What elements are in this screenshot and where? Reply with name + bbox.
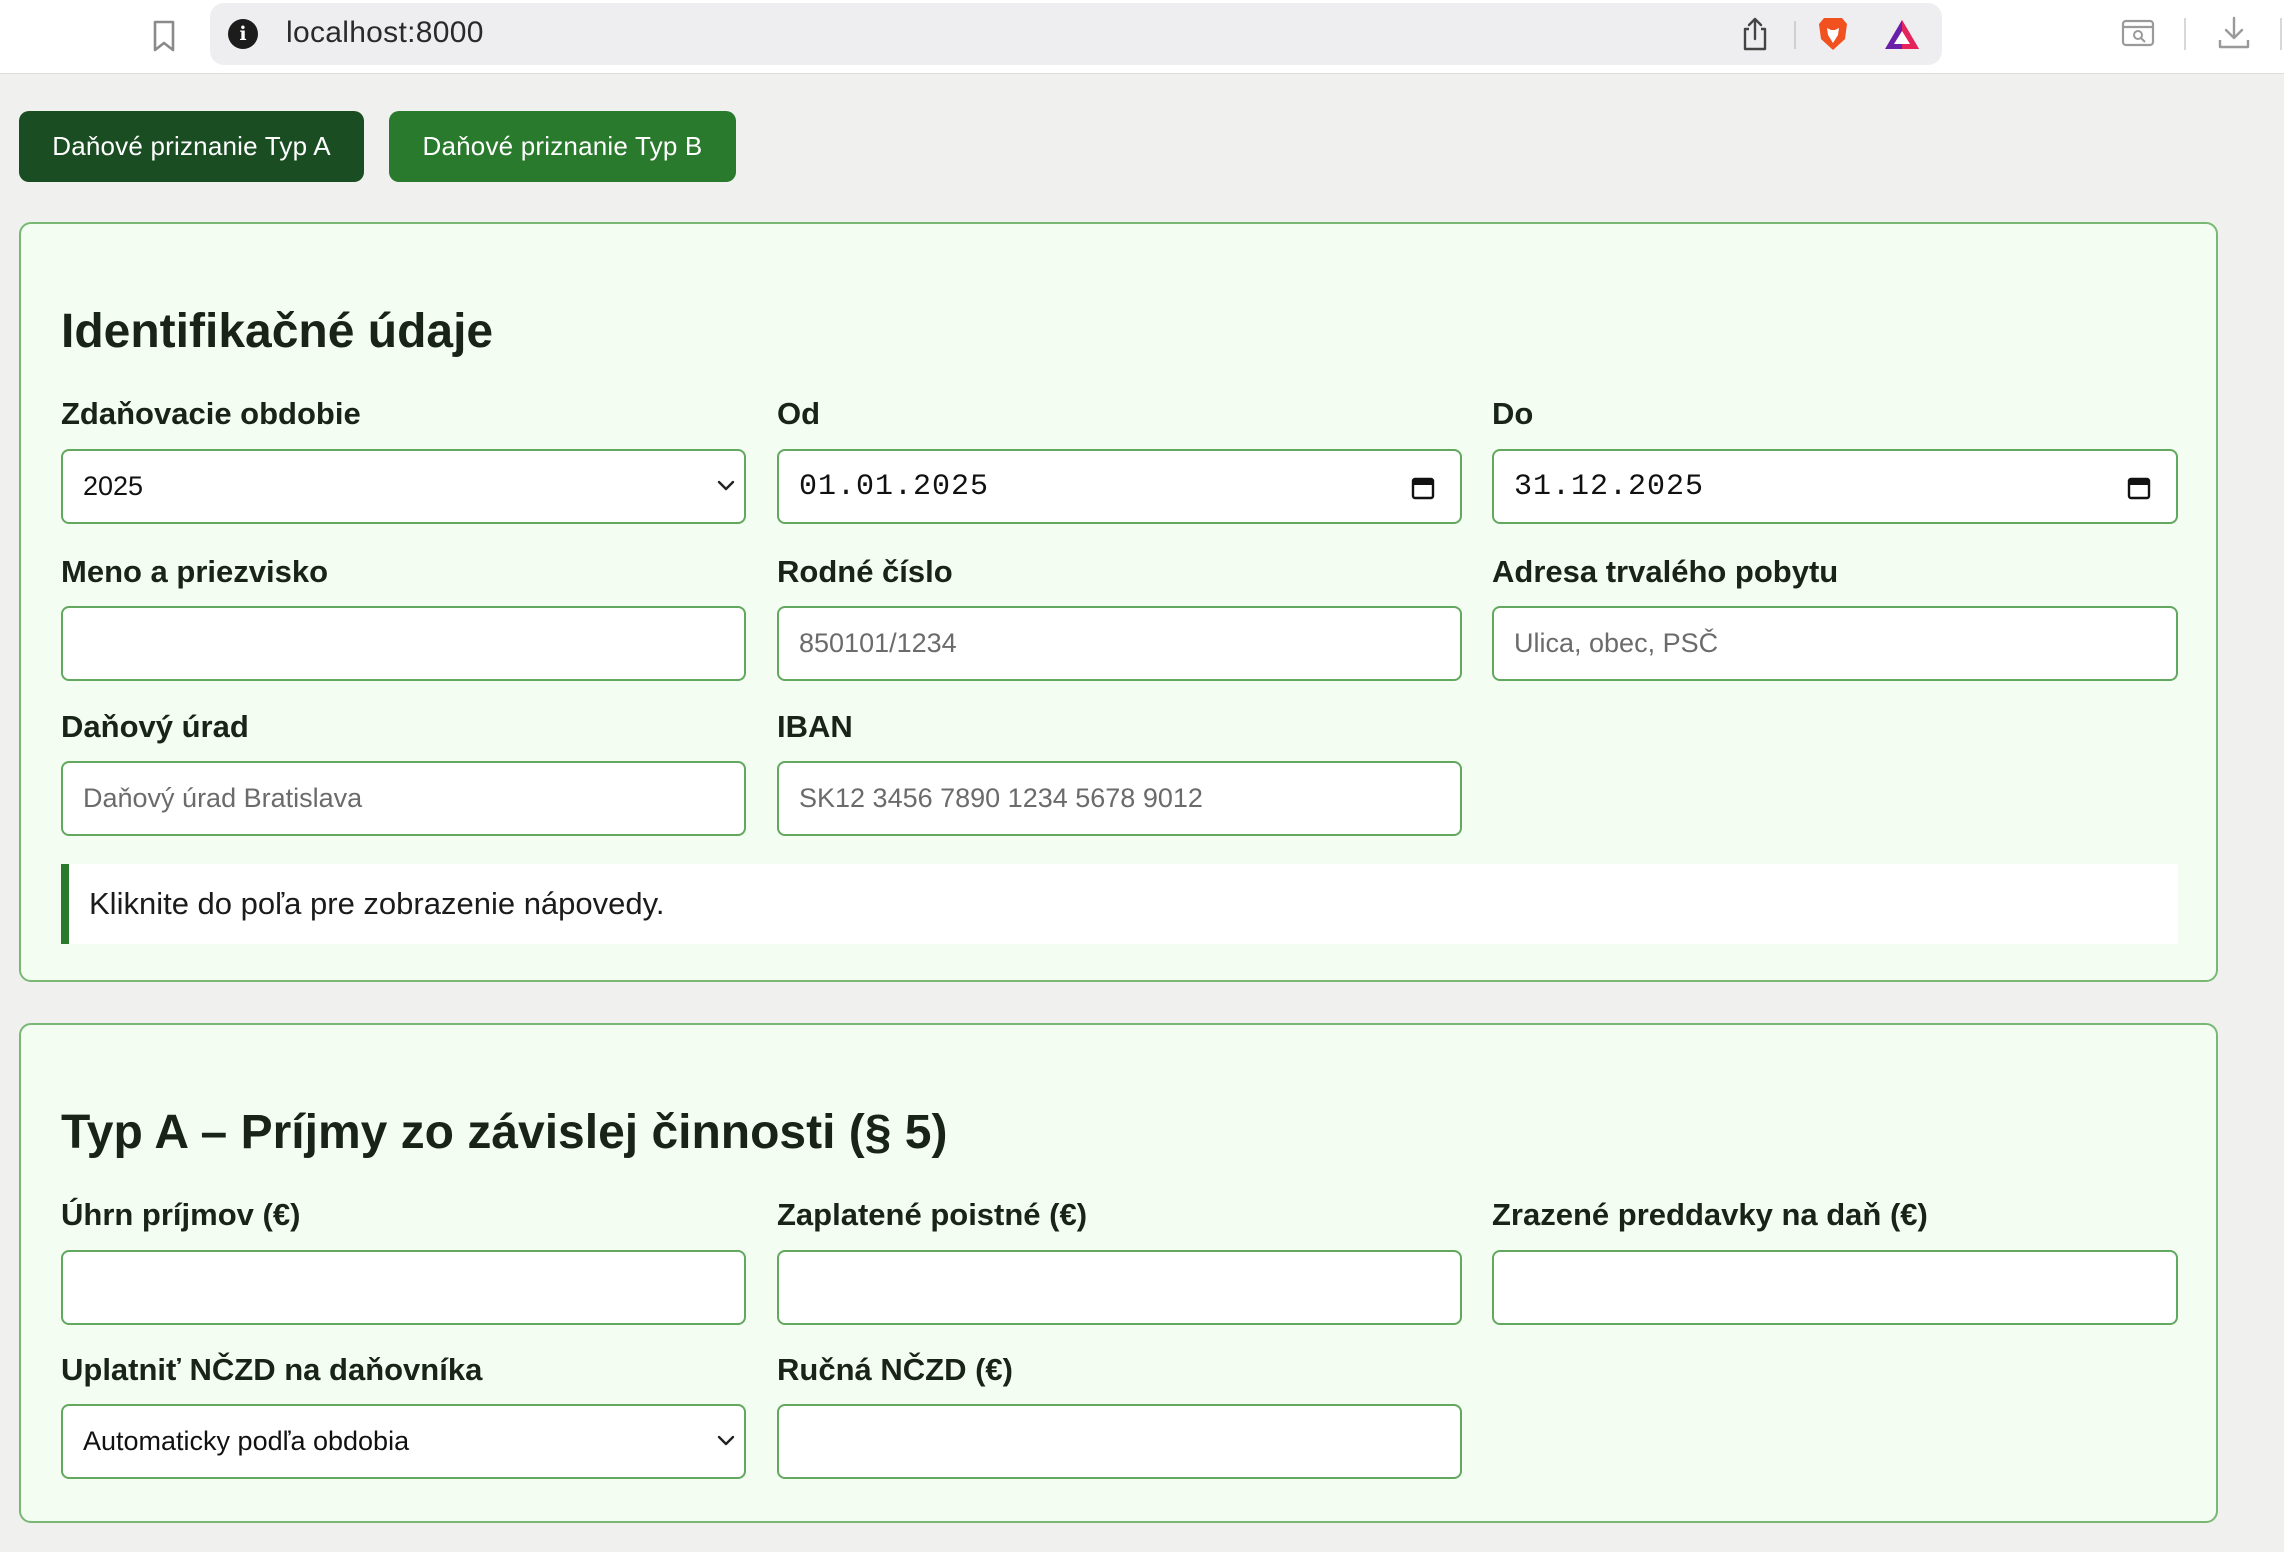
toolbar-divider	[2280, 18, 2282, 50]
from-date-input[interactable]: 01.01.2025	[777, 449, 1462, 524]
address-input[interactable]: Ulica, obec, PSČ	[1492, 606, 2178, 681]
manual-nczd-label: Ručná NČZD (€)	[777, 1352, 1013, 1387]
tax-office-placeholder: Daňový úrad Bratislava	[83, 783, 363, 813]
brave-rewards-icon[interactable]	[1882, 17, 1922, 53]
period-select[interactable]: 2025	[61, 449, 746, 524]
advances-label: Zrazené preddavky na daň (€)	[1492, 1197, 1928, 1232]
brave-lion-icon[interactable]	[1816, 15, 1850, 53]
identification-title: Identifikačné údaje	[61, 305, 494, 358]
insurance-input[interactable]	[777, 1250, 1462, 1325]
iban-placeholder: SK12 3456 7890 1234 5678 9012	[799, 783, 1203, 813]
birth-number-placeholder: 850101/1234	[799, 628, 957, 658]
reader-mode-icon[interactable]	[2120, 16, 2156, 50]
help-hint: Kliknite do poľa pre zobrazenie nápovedy…	[61, 864, 2178, 944]
calendar-icon[interactable]	[2126, 475, 2152, 501]
info-icon[interactable]: i	[228, 19, 258, 49]
tab-typ-a-button[interactable]: Daňové priznanie Typ A	[19, 111, 364, 182]
birth-number-label: Rodné číslo	[777, 554, 953, 589]
insurance-label: Zaplatené poistné (€)	[777, 1197, 1088, 1232]
bookmark-icon[interactable]	[148, 18, 180, 54]
tax-office-label: Daňový úrad	[61, 709, 249, 744]
nczd-label: Uplatniť NČZD na daňovníka	[61, 1352, 483, 1387]
type-a-section: Typ A – Príjmy zo závislej činnosti (§ 5…	[19, 1023, 2218, 1523]
chevron-down-icon	[717, 480, 735, 491]
address-label: Adresa trvalého pobytu	[1492, 554, 1839, 589]
iban-label: IBAN	[777, 709, 853, 744]
from-label: Od	[777, 396, 821, 431]
tab-typ-b-button[interactable]: Daňové priznanie Typ B	[389, 111, 736, 182]
birth-number-input[interactable]: 850101/1234	[777, 606, 1462, 681]
name-label: Meno a priezvisko	[61, 554, 329, 589]
download-icon[interactable]	[2216, 14, 2252, 52]
iban-input[interactable]: SK12 3456 7890 1234 5678 9012	[777, 761, 1462, 836]
chevron-down-icon	[717, 1435, 735, 1446]
income-label: Úhrn príjmov (€)	[61, 1197, 301, 1232]
advances-input[interactable]	[1492, 1250, 2178, 1325]
period-value: 2025	[83, 471, 144, 501]
from-date-value: 01.01.2025	[799, 469, 990, 504]
nczd-value: Automaticky podľa obdobia	[83, 1426, 410, 1456]
identification-section: Identifikačné údaje Zdaňovacie obdobie 2…	[19, 222, 2218, 982]
share-icon[interactable]	[1740, 15, 1770, 53]
to-date-input[interactable]: 31.12.2025	[1492, 449, 2178, 524]
period-label: Zdaňovacie obdobie	[61, 396, 361, 431]
url-text[interactable]: localhost:8000	[286, 16, 484, 50]
url-divider	[1794, 21, 1796, 49]
address-placeholder: Ulica, obec, PSČ	[1514, 628, 1719, 658]
manual-nczd-input[interactable]	[777, 1404, 1462, 1479]
nczd-select[interactable]: Automaticky podľa obdobia	[61, 1404, 746, 1479]
type-a-title: Typ A – Príjmy zo závislej činnosti (§ 5…	[61, 1106, 948, 1159]
to-label: Do	[1492, 396, 1534, 431]
address-bar[interactable]: i localhost:8000	[210, 3, 1942, 65]
browser-toolbar: i localhost:8000	[0, 0, 2284, 74]
toolbar-divider	[2184, 18, 2186, 50]
to-date-value: 31.12.2025	[1514, 469, 1705, 504]
name-input[interactable]	[61, 606, 746, 681]
calendar-icon[interactable]	[1410, 475, 1436, 501]
income-input[interactable]	[61, 1250, 746, 1325]
tax-office-input[interactable]: Daňový úrad Bratislava	[61, 761, 746, 836]
